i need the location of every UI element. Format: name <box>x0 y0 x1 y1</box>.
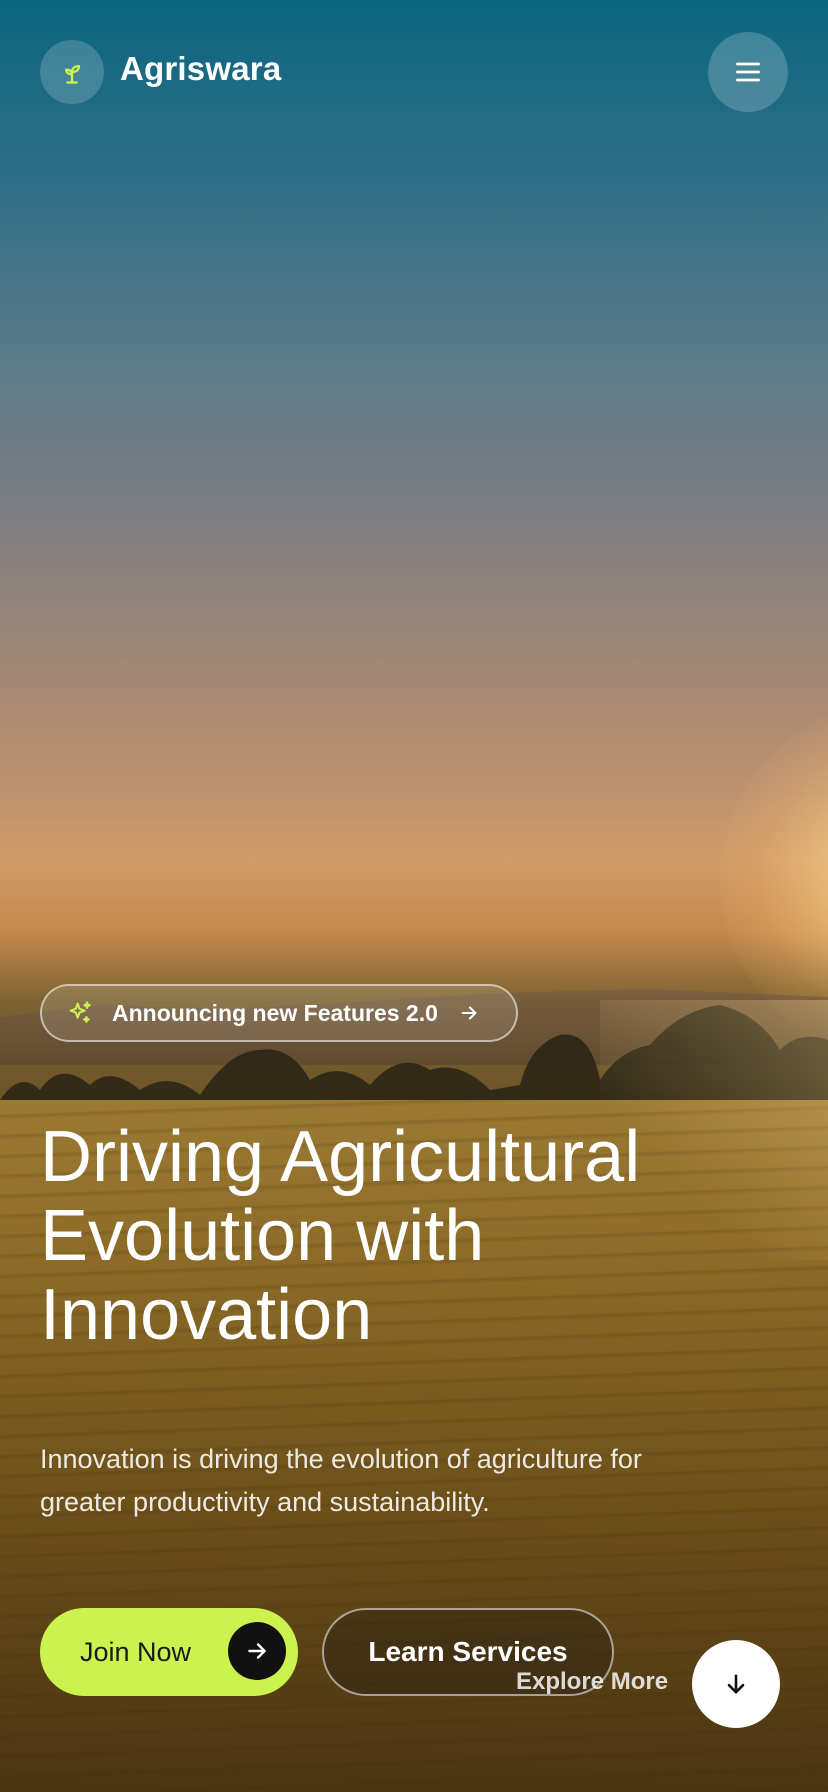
subtext-line: Innovation is driving the evolution of a… <box>40 1444 642 1474</box>
hero-subtext: Innovation is driving the evolution of a… <box>40 1438 760 1524</box>
headline-line: Driving Agricultural <box>40 1117 641 1197</box>
header: Agriswara <box>0 0 828 140</box>
sprout-icon <box>65 65 81 84</box>
hamburger-menu-icon <box>736 62 760 82</box>
announcement-pill[interactable]: Announcing new Features 2.0 <box>40 984 518 1042</box>
hero-headline: Driving Agricultural Evolution with Inno… <box>40 1118 800 1355</box>
menu-button[interactable] <box>708 32 788 112</box>
join-now-button[interactable]: Join Now <box>40 1608 298 1696</box>
arrow-right-icon <box>458 1002 480 1024</box>
learn-services-label: Learn Services <box>368 1636 568 1667</box>
headline-line: Evolution with <box>40 1196 485 1276</box>
headline-line: Innovation <box>40 1275 373 1355</box>
join-now-label: Join Now <box>80 1636 192 1667</box>
explore-more-button[interactable] <box>692 1640 780 1728</box>
arrow-down-icon <box>727 1674 745 1694</box>
announcement-label: Announcing new Features 2.0 <box>112 999 438 1026</box>
subtext-line: greater productivity and sustainability. <box>40 1487 490 1517</box>
sparkles-icon <box>69 1001 91 1023</box>
brand-name[interactable]: Agriswara <box>120 50 281 88</box>
logo[interactable] <box>40 40 104 104</box>
arrow-right-icon <box>228 1622 286 1680</box>
explore-more-label[interactable]: Explore More <box>516 1668 668 1696</box>
